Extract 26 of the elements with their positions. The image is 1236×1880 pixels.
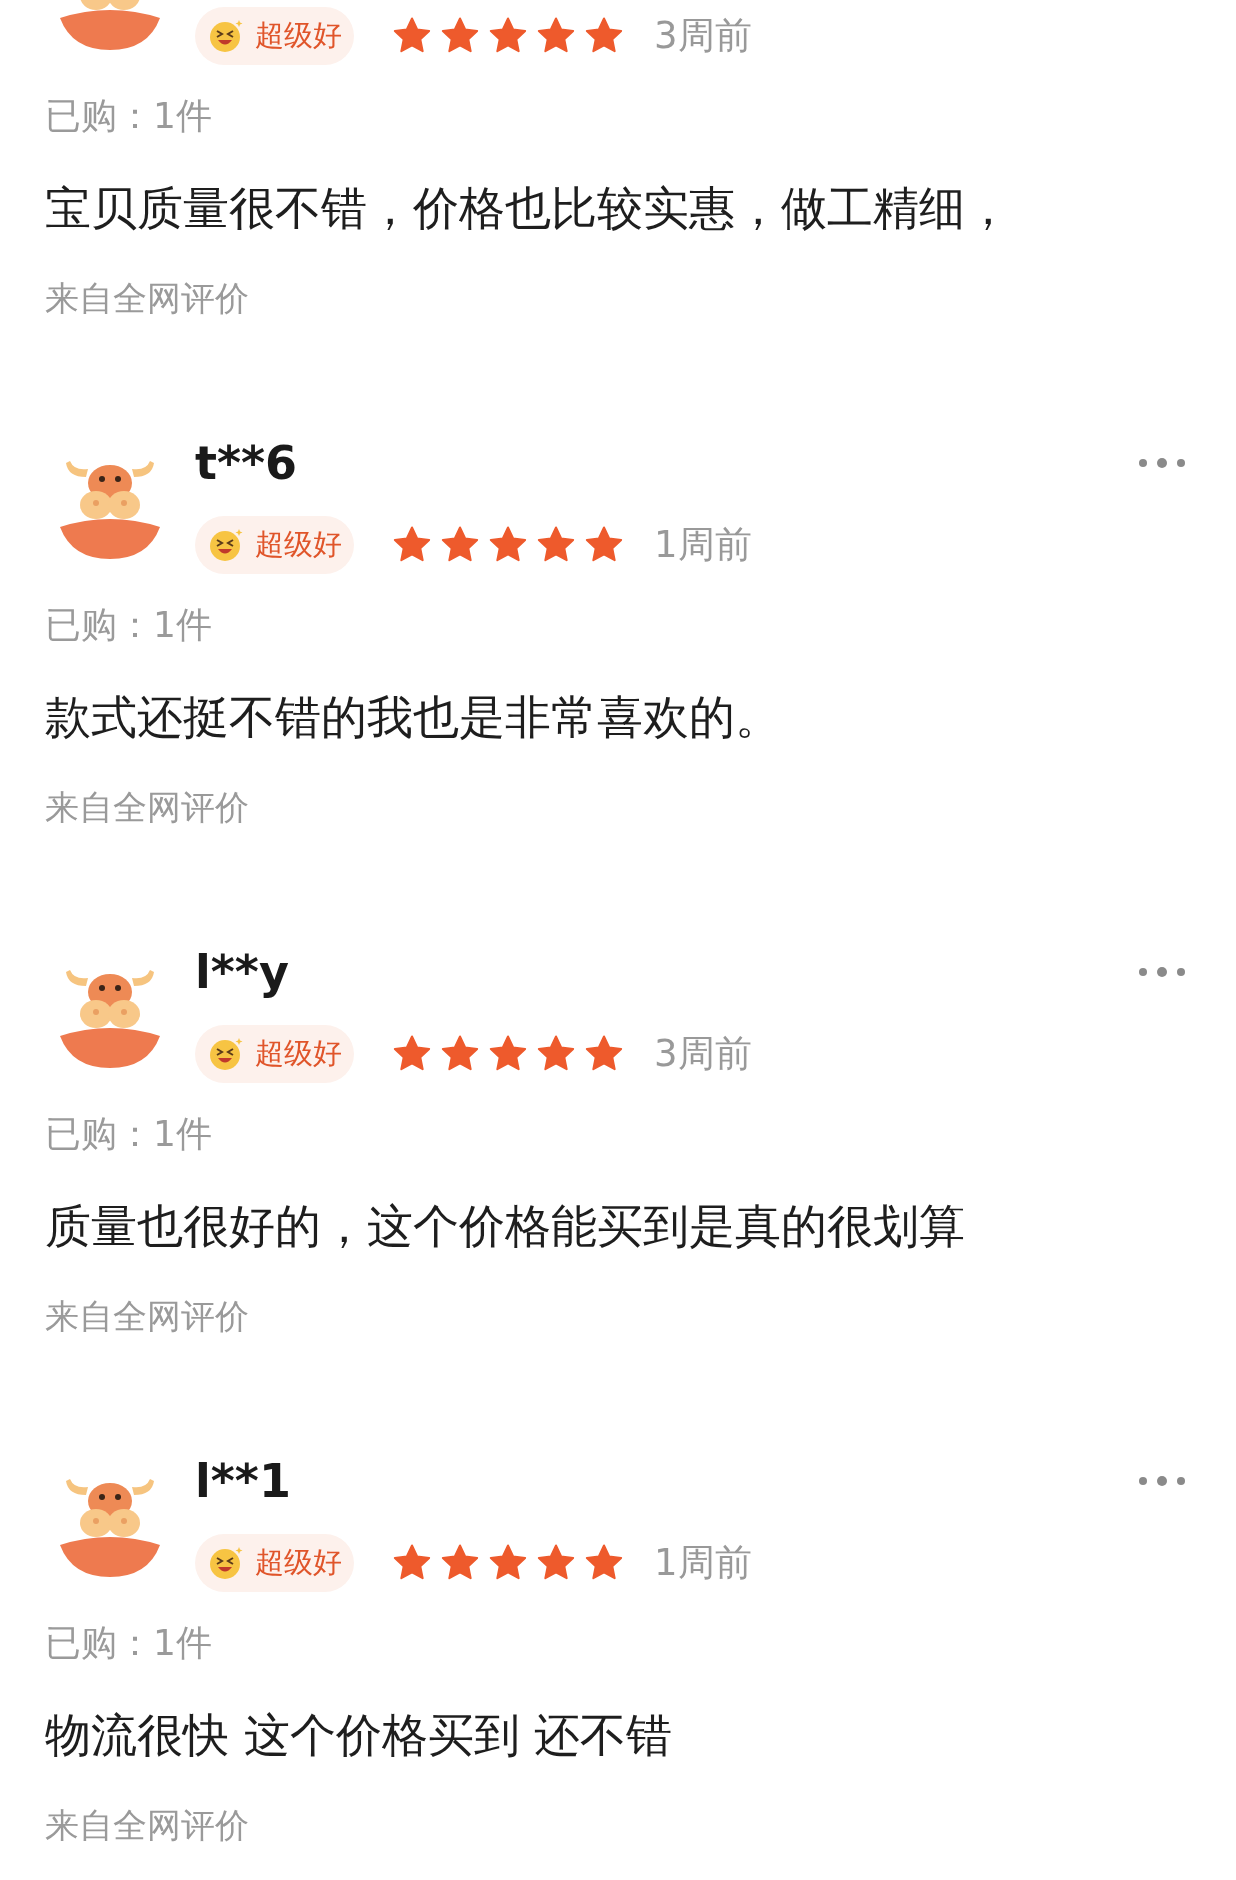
review-source: 来自全网评价 bbox=[45, 278, 249, 318]
review-text: 宝贝质量很不错，价格也比较实惠，做工精细， bbox=[45, 181, 1011, 235]
purchase-count: 已购：1件 bbox=[45, 1113, 212, 1154]
rating-badge: 超级好 bbox=[195, 516, 354, 574]
rating-badge: 超级好 bbox=[195, 1534, 354, 1592]
more-icon bbox=[1137, 965, 1187, 979]
review-time: 1周前 bbox=[654, 1540, 752, 1586]
user-name: l**y bbox=[195, 945, 289, 999]
review-time: 3周前 bbox=[654, 13, 752, 59]
more-icon bbox=[1137, 1474, 1187, 1488]
review-source: 来自全网评价 bbox=[45, 1296, 249, 1336]
rating-badge: 超级好 bbox=[195, 1025, 354, 1083]
purchase-count: 已购：1件 bbox=[45, 1622, 212, 1663]
user-name: l**1 bbox=[195, 1454, 291, 1508]
more-icon bbox=[1137, 456, 1187, 470]
review-text: 质量也很好的，这个价格能买到是真的很划算 bbox=[45, 1199, 965, 1253]
purchase-count: 已购：1件 bbox=[45, 604, 212, 645]
review-text: 物流很快 这个价格买到 还不错 bbox=[45, 1708, 673, 1762]
review-time: 1周前 bbox=[654, 522, 752, 568]
review-source: 来自全网评价 bbox=[45, 1805, 249, 1845]
purchase-count: 已购：1件 bbox=[45, 95, 212, 136]
rating-badge: 超级好 bbox=[195, 7, 354, 65]
review-source: 来自全网评价 bbox=[45, 787, 249, 827]
review-time: 3周前 bbox=[654, 1031, 752, 1077]
review-text: 款式还挺不错的我也是非常喜欢的。 bbox=[45, 690, 781, 744]
user-name: t**6 bbox=[195, 436, 298, 490]
